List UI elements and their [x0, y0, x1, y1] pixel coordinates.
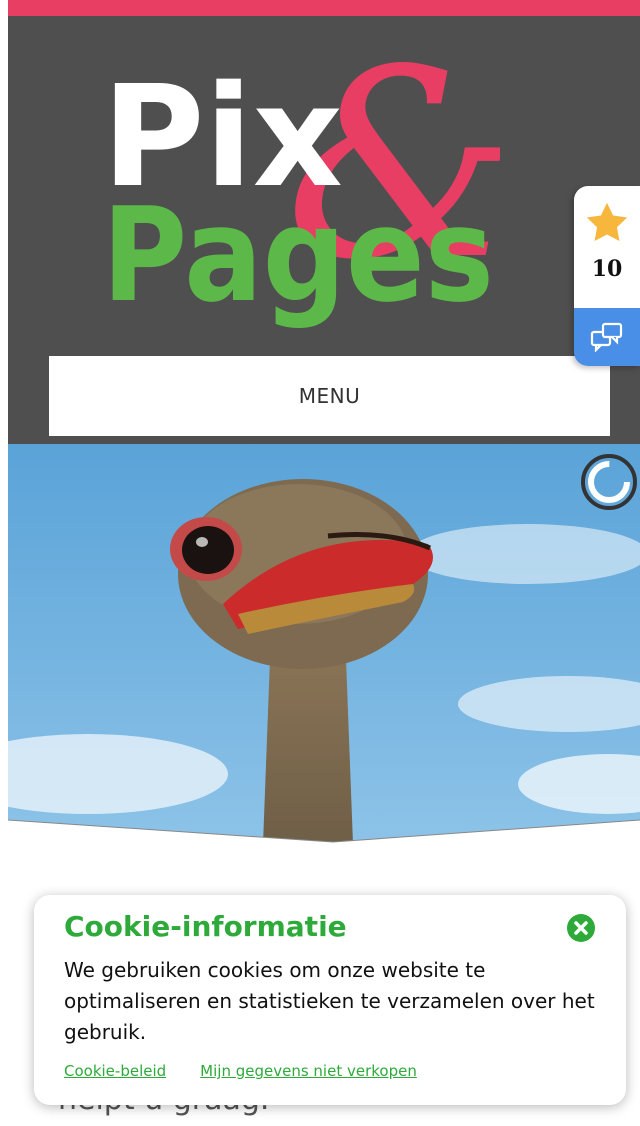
cookie-title: Cookie-informatie — [64, 910, 347, 943]
close-circle-icon[interactable] — [566, 913, 596, 943]
cookie-text: We gebruiken cookies om onze website te … — [64, 958, 595, 1044]
hero-image — [8, 444, 640, 844]
cookie-policy-link[interactable]: Cookie-beleid — [64, 1062, 166, 1080]
rating-count: 10 — [591, 256, 623, 282]
slider-progress-icon[interactable] — [580, 453, 638, 511]
do-not-sell-link[interactable]: Mijn gegevens niet verkopen — [200, 1062, 417, 1080]
rating-score[interactable]: 10 — [574, 186, 640, 308]
hero-bottom-edge — [8, 819, 640, 850]
menu-button[interactable]: MENU — [49, 356, 610, 436]
logo-pages: Pages — [102, 179, 494, 331]
rating-widget[interactable]: 10 — [574, 186, 640, 366]
chat-bubbles-icon — [590, 322, 623, 352]
feedback-button[interactable] — [574, 308, 640, 366]
cookie-links: Cookie-beleid Mijn gegevens niet verkope… — [64, 1062, 596, 1080]
menu-label: MENU — [298, 384, 361, 408]
site-logo[interactable]: & Pix Pages — [100, 55, 500, 340]
star-icon — [586, 202, 628, 242]
top-accent-bar — [8, 0, 640, 16]
cookie-banner: Cookie-informatie We gebruiken cookies o… — [34, 895, 626, 1105]
